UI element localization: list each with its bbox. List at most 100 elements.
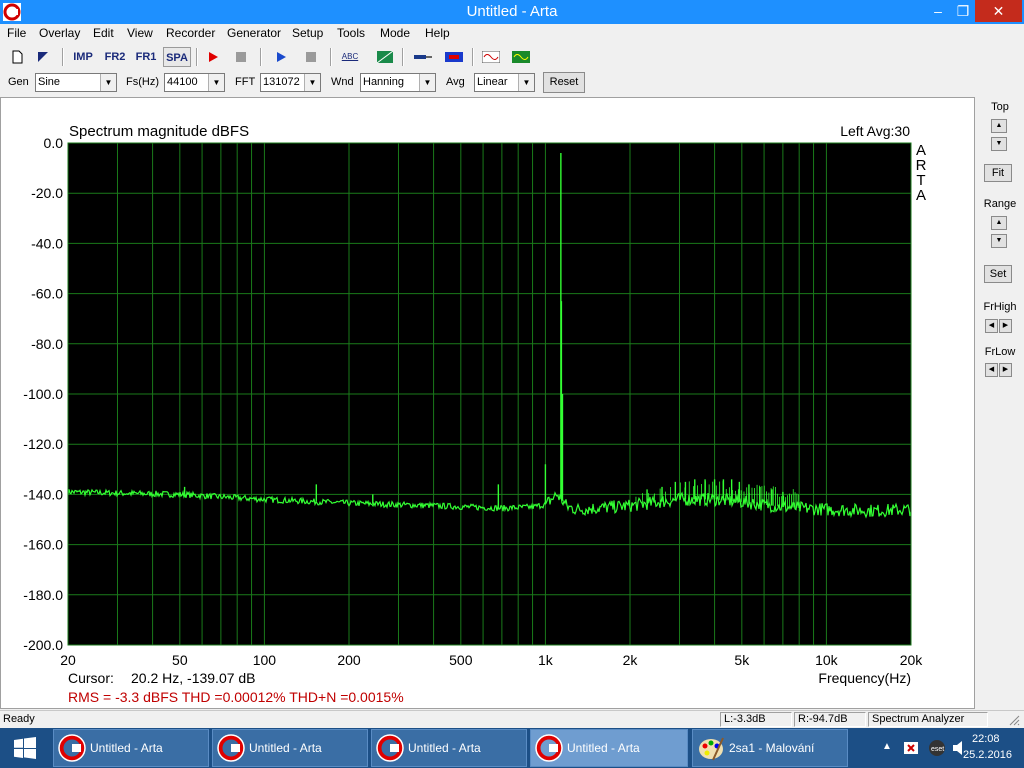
generator-stop-button[interactable]: [300, 47, 322, 67]
start-button[interactable]: [0, 728, 50, 768]
fr2-mode-button[interactable]: FR2: [102, 47, 128, 67]
frhigh-right-button[interactable]: ▶: [999, 319, 1012, 333]
taskbar-item-label: 2sa1 - Malování: [729, 741, 815, 755]
fft-label: FFT: [235, 76, 256, 88]
y-tick-label: -120.0: [23, 436, 63, 452]
taskbar-item-label: Untitled - Arta: [408, 741, 481, 755]
sample-rate-select[interactable]: 44100 ▼: [164, 73, 225, 92]
open-file-button[interactable]: [32, 47, 54, 67]
range-label: Range: [983, 198, 1017, 210]
scope-green-button[interactable]: [510, 47, 532, 67]
menu-generator[interactable]: Generator: [227, 26, 281, 40]
menu-setup[interactable]: Setup: [292, 26, 323, 40]
frlow-label: FrLow: [984, 346, 1016, 358]
menu-file[interactable]: File: [7, 26, 26, 40]
menu-recorder[interactable]: Recorder: [166, 26, 215, 40]
record-play-button[interactable]: [202, 47, 224, 67]
tray-expand-icon[interactable]: ▲: [882, 741, 892, 752]
x-tick-label: 10k: [815, 652, 839, 668]
triangle-down-icon: ▼: [995, 140, 1003, 147]
generator-select[interactable]: Sine ▼: [35, 73, 117, 92]
windows-logo-icon: [14, 737, 36, 759]
frlow-left-button[interactable]: ◀: [985, 363, 998, 377]
y-tick-label: -60.0: [31, 286, 63, 302]
svg-text:eset: eset: [931, 746, 944, 753]
play-blue-icon: [277, 52, 286, 62]
frhigh-left-button[interactable]: ◀: [985, 319, 998, 333]
menu-view[interactable]: View: [127, 26, 153, 40]
averaging-select[interactable]: Linear ▼: [474, 73, 535, 92]
window-label: Wnd: [331, 76, 354, 88]
y-tick-label: -80.0: [31, 336, 63, 352]
y-tick-label: -20.0: [31, 185, 63, 201]
menu-overlay[interactable]: Overlay: [39, 26, 80, 40]
set-button[interactable]: Set: [984, 265, 1012, 283]
level-meter-button[interactable]: [442, 47, 466, 67]
taskbar-item-arta-3[interactable]: Untitled - Arta: [371, 729, 527, 767]
grid-color-button[interactable]: [374, 47, 396, 67]
plot-panel: 20 50 100 200 500 1k 2k 5k 10k 20k 0.0 -20.0 -40.0 -6…: [0, 97, 975, 709]
fft-size-select[interactable]: 131072 ▼: [260, 73, 321, 92]
menu-help[interactable]: Help: [425, 26, 450, 40]
toolbar: IMP FR2 FR1 SPA ABC: [0, 44, 1024, 70]
title-bar[interactable]: Untitled - Arta ‒ ❐ ✕: [0, 0, 1024, 24]
close-button[interactable]: ✕: [975, 0, 1022, 22]
taskbar-item-arta-1[interactable]: Untitled - Arta: [53, 729, 209, 767]
oscilloscope-icon: [481, 50, 501, 64]
abc-button[interactable]: ABC: [338, 47, 362, 67]
fit-button[interactable]: Fit: [984, 164, 1012, 182]
spectrum-chart[interactable]: 20 50 100 200 500 1k 2k 5k 10k 20k 0.0 -20.0 -40.0 -6…: [1, 98, 974, 708]
window-select[interactable]: Hanning ▼: [360, 73, 436, 92]
triangle-down-icon: ▼: [995, 237, 1003, 244]
top-up-button[interactable]: ▲: [991, 119, 1007, 133]
minimize-button[interactable]: ‒: [924, 0, 952, 22]
chevron-down-icon: ▼: [518, 74, 534, 91]
oscilloscope-button[interactable]: [480, 47, 502, 67]
resize-grip-icon[interactable]: [1008, 714, 1020, 726]
triangle-up-icon: ▲: [995, 219, 1003, 226]
taskbar-item-paint[interactable]: 2sa1 - Malování: [692, 729, 848, 767]
play-red-icon: [209, 52, 218, 62]
x-tick-label: 100: [253, 652, 277, 668]
menu-tools[interactable]: Tools: [337, 26, 365, 40]
spectrum-mode-button[interactable]: SPA: [163, 47, 191, 67]
eset-antivirus-icon[interactable]: eset: [928, 739, 946, 757]
probe-icon: [414, 55, 432, 59]
x-tick-label: 500: [449, 652, 473, 668]
range-up-button[interactable]: ▲: [991, 216, 1007, 230]
range-down-button[interactable]: ▼: [991, 234, 1007, 248]
taskbar-item-arta-2[interactable]: Untitled - Arta: [212, 729, 368, 767]
fft-size-value: 131072: [263, 76, 300, 88]
fr1-mode-button[interactable]: FR1: [133, 47, 159, 67]
generator-play-button[interactable]: [270, 47, 292, 67]
grid-color-icon: [376, 50, 394, 64]
y-tick-label: -100.0: [23, 386, 63, 402]
arta-app-icon: [217, 734, 245, 762]
mode-indicator: Spectrum Analyzer: [868, 712, 988, 727]
probe-button[interactable]: [412, 47, 434, 67]
reset-button[interactable]: Reset: [543, 72, 585, 93]
frlow-right-button[interactable]: ▶: [999, 363, 1012, 377]
menu-mode[interactable]: Mode: [380, 26, 410, 40]
fs-label: Fs(Hz): [126, 76, 159, 88]
tray-clock-date[interactable]: 25.2.2016: [963, 749, 1012, 761]
arta-watermark-letter: A: [916, 187, 926, 204]
menu-edit[interactable]: Edit: [93, 26, 114, 40]
sample-rate-value: 44100: [167, 76, 198, 88]
y-tick-label: -180.0: [23, 587, 63, 603]
action-center-flag-icon[interactable]: [902, 739, 920, 757]
x-axis-label: Frequency(Hz): [818, 670, 911, 686]
tray-clock-time[interactable]: 22:08: [972, 733, 1000, 745]
x-tick-label: 50: [172, 652, 188, 668]
restore-button[interactable]: ❐: [952, 0, 974, 22]
y-tick-label: 0.0: [44, 135, 64, 151]
record-stop-button[interactable]: [230, 47, 252, 67]
new-file-button[interactable]: [6, 47, 28, 67]
top-down-button[interactable]: ▼: [991, 137, 1007, 151]
x-tick-label: 1k: [538, 652, 554, 668]
taskbar-item-arta-4-active[interactable]: Untitled - Arta: [530, 729, 688, 767]
right-control-panel: Top ▲ ▼ Fit Range ▲ ▼ Set FrHigh ◀ ▶ FrL…: [976, 97, 1024, 709]
level-meter-icon: [445, 52, 463, 62]
impulse-mode-button[interactable]: IMP: [70, 47, 96, 67]
left-level-readout: L:-3.3dB: [720, 712, 792, 727]
